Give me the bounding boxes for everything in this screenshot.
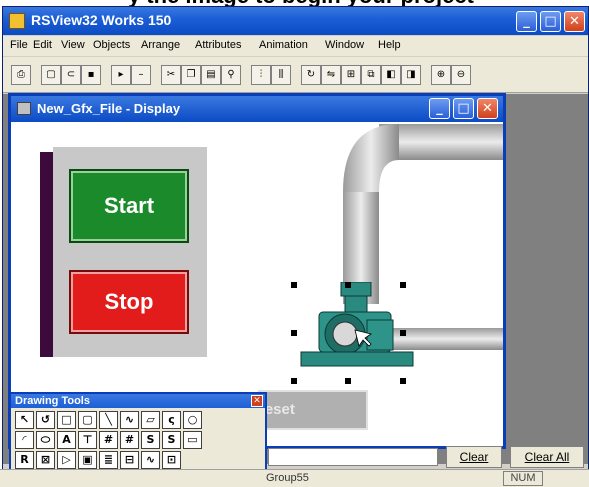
display-text-icon[interactable]: ⊤ xyxy=(78,431,97,449)
num-lock-indicator: NUM xyxy=(503,471,543,486)
symbol-icon[interactable]: ⊠ xyxy=(36,451,55,469)
selection-handle[interactable] xyxy=(291,330,297,336)
display-icon xyxy=(17,102,31,115)
menu-view[interactable]: View xyxy=(61,39,85,51)
app-icon xyxy=(9,13,25,29)
line-icon[interactable]: ╲ xyxy=(99,411,118,429)
new-file-icon[interactable]: ▢ xyxy=(41,65,61,85)
bring-front-icon[interactable]: ◧ xyxy=(381,65,401,85)
freehand-icon[interactable]: ↺ xyxy=(36,411,55,429)
menu-help[interactable]: Help xyxy=(378,39,401,51)
grid-icon[interactable]: ⊞ xyxy=(341,65,361,85)
app-title-bar[interactable]: RSView32 Works 150 _ □ ✕ xyxy=(3,7,588,35)
wedge-icon[interactable]: ⬭ xyxy=(36,431,55,449)
polyline-icon[interactable]: ∿ xyxy=(120,411,139,429)
polygon-icon[interactable]: ▱ xyxy=(141,411,160,429)
activex-icon[interactable]: ⊡ xyxy=(162,451,181,469)
gauge-icon[interactable]: ▣ xyxy=(78,451,97,469)
display-title: New_Gfx_File - Display xyxy=(37,101,181,116)
zoom-out-icon[interactable]: ⊖ xyxy=(451,65,471,85)
zoom-in-icon[interactable]: ⊕ xyxy=(431,65,451,85)
selection-handle[interactable] xyxy=(345,378,351,384)
edit-mode-icon[interactable]: – xyxy=(131,65,151,85)
rectangle-icon[interactable]: □ xyxy=(57,411,76,429)
display-title-bar[interactable]: New_Gfx_File - Display _ □ ✕ xyxy=(11,96,503,122)
curve-icon[interactable]: ς xyxy=(162,411,181,429)
menu-bar: File Edit View Objects Arrange Attribute… xyxy=(3,36,588,56)
open-file-icon[interactable]: ⊂ xyxy=(61,65,81,85)
selection-handle[interactable] xyxy=(291,378,297,384)
paste-icon[interactable]: ▤ xyxy=(201,65,221,85)
reset-counter-button[interactable]: Reset Counter xyxy=(258,390,368,430)
selection-handle[interactable] xyxy=(400,282,406,288)
app-title: RSView32 Works 150 xyxy=(31,12,172,28)
menu-edit[interactable]: Edit xyxy=(33,39,52,51)
ctrl-list-icon[interactable]: ≣ xyxy=(99,451,118,469)
ctrl-icon[interactable]: ⊟ xyxy=(120,451,139,469)
test-run-icon[interactable]: ▸ xyxy=(111,65,131,85)
clear-button[interactable]: Clear xyxy=(446,446,502,468)
align-center-icon[interactable]: ⫼ xyxy=(271,65,291,85)
display-minimize-button[interactable]: _ xyxy=(429,98,450,119)
drawing-tools-title[interactable]: Drawing Tools xyxy=(11,394,265,408)
menu-attributes[interactable]: Attributes xyxy=(195,39,241,51)
menu-objects[interactable]: Objects xyxy=(93,39,130,51)
diagnostics-field[interactable] xyxy=(268,448,438,466)
copy-icon[interactable]: ❐ xyxy=(181,65,201,85)
rounded-rect-icon[interactable]: ▢ xyxy=(78,411,97,429)
numeric-input-icon[interactable]: # xyxy=(120,431,139,449)
string-input-icon[interactable]: S xyxy=(162,431,181,449)
selection-handle[interactable] xyxy=(291,282,297,288)
selection-handle[interactable] xyxy=(345,282,351,288)
menu-arrange[interactable]: Arrange xyxy=(141,39,180,51)
cropped-caption: ~y the image to begin your project xyxy=(0,0,589,7)
string-display-icon[interactable]: S xyxy=(141,431,160,449)
send-back-icon[interactable]: ◨ xyxy=(401,65,421,85)
align-left-icon[interactable]: ⫶ xyxy=(251,65,271,85)
status-text: Group55 xyxy=(266,472,309,484)
menu-window[interactable]: Window xyxy=(325,39,364,51)
button-icon[interactable]: ▭ xyxy=(183,431,202,449)
project-icon[interactable]: ⎙ xyxy=(11,65,31,85)
find-icon[interactable]: ⚲ xyxy=(221,65,241,85)
menu-file[interactable]: File xyxy=(10,39,28,51)
text-icon[interactable]: A xyxy=(57,431,76,449)
trend-icon[interactable]: ∿ xyxy=(141,451,160,469)
selection-handle[interactable] xyxy=(400,378,406,384)
minimize-button[interactable]: _ xyxy=(516,11,537,32)
ellipse-icon[interactable]: ○ xyxy=(183,411,202,429)
drawing-tools-close-icon[interactable]: ✕ xyxy=(251,395,263,407)
clear-all-button[interactable]: Clear All xyxy=(510,446,584,468)
toolbar: ⎙ ▢ ⊂ ▪ ▸ – ✂ ❐ ▤ ⚲ ⫶ ⫼ ↻ ⇋ ⊞ ⧉ ◧ ◨ ⊕ ⊖ xyxy=(3,57,588,93)
display-close-button[interactable]: ✕ xyxy=(477,98,498,119)
flip-icon[interactable]: ⇋ xyxy=(321,65,341,85)
cut-icon[interactable]: ✂ xyxy=(161,65,181,85)
group-icon[interactable]: ⧉ xyxy=(361,65,381,85)
recipe-icon[interactable]: R xyxy=(15,451,34,469)
save-icon[interactable]: ▪ xyxy=(81,65,101,85)
display-maximize-button[interactable]: □ xyxy=(453,98,474,119)
selection-handle[interactable] xyxy=(400,330,406,336)
menu-animation[interactable]: Animation xyxy=(259,39,308,51)
close-button[interactable]: ✕ xyxy=(564,11,585,32)
message-icon[interactable]: ▷ xyxy=(57,451,76,469)
select-arrow-icon[interactable]: ↖ xyxy=(15,411,34,429)
maximize-button[interactable]: □ xyxy=(540,11,561,32)
rotate-icon[interactable]: ↻ xyxy=(301,65,321,85)
arc-icon[interactable]: ◜ xyxy=(15,431,34,449)
numeric-display-icon[interactable]: # xyxy=(99,431,118,449)
